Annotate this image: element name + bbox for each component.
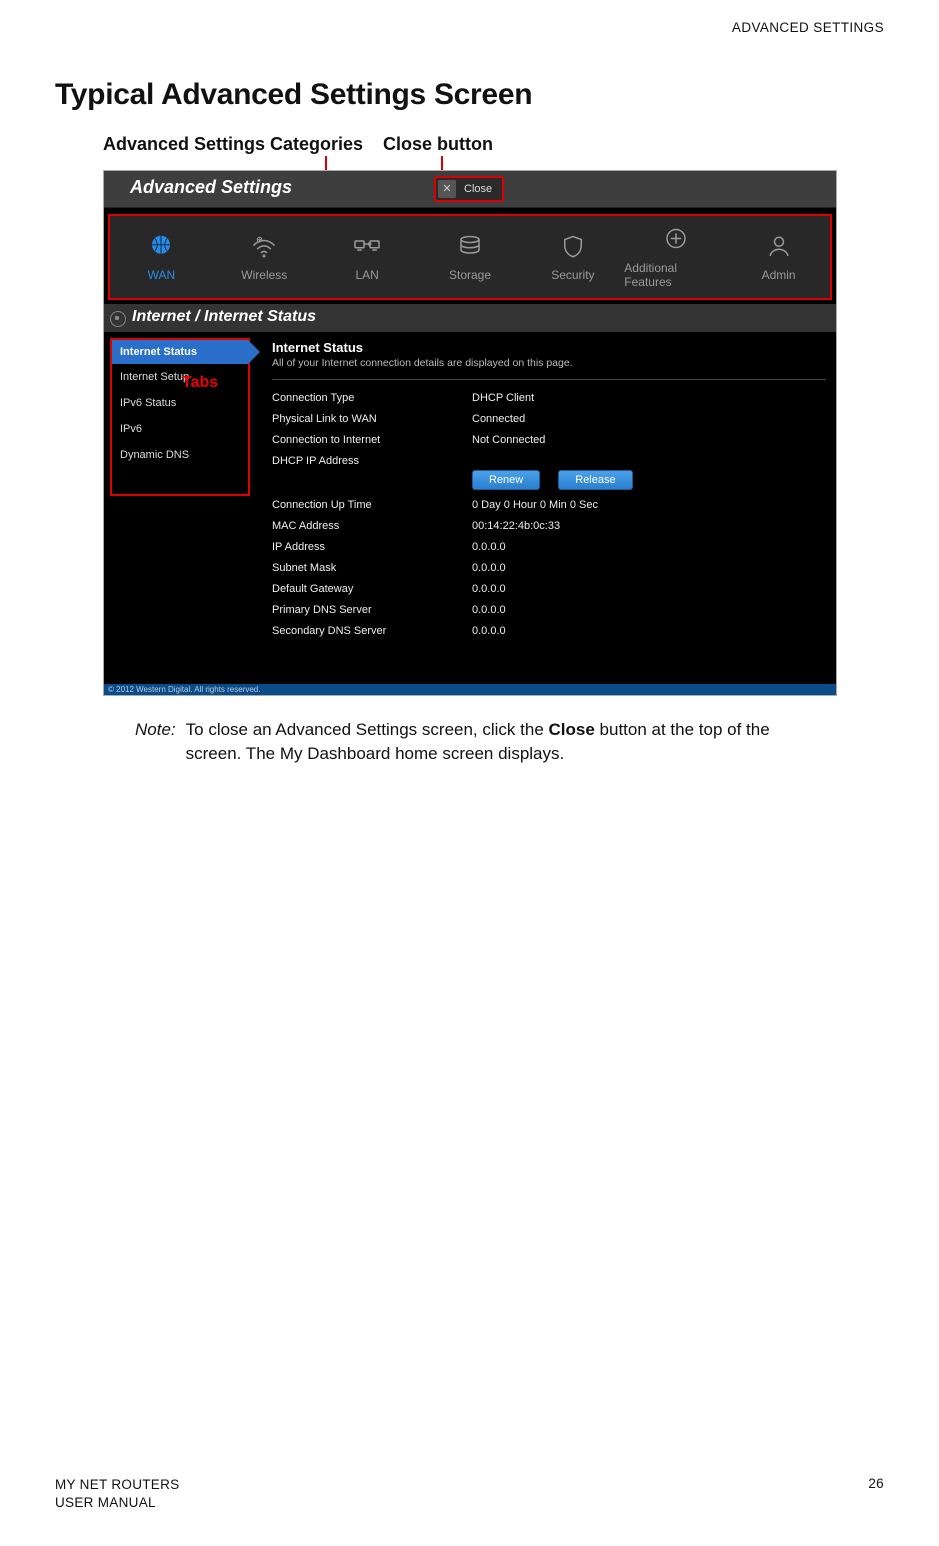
row-subnet: Subnet Mask 0.0.0.0: [272, 562, 826, 574]
row-value: 0.0.0.0: [472, 562, 506, 574]
content-panel: Internet Status All of your Internet con…: [250, 332, 836, 684]
row-value: 0.0.0.0: [472, 541, 506, 553]
row-value: 0.0.0.0: [472, 583, 506, 595]
category-label: Wireless: [241, 268, 287, 282]
row-value: 0.0.0.0: [472, 604, 506, 616]
row-uptime: Connection Up Time 0 Day 0 Hour 0 Min 0 …: [272, 499, 826, 511]
breadcrumb: Internet / Internet Status: [104, 304, 836, 332]
category-label: Security: [551, 268, 594, 282]
row-label: DHCP IP Address: [272, 455, 472, 467]
row-connection-internet: Connection to Internet Not Connected: [272, 434, 826, 446]
page-footer: MY NET ROUTERS USER MANUAL 26: [55, 1476, 884, 1512]
row-dhcp-ip: DHCP IP Address: [272, 455, 826, 467]
row-label: Default Gateway: [272, 583, 472, 595]
note-text: To close an Advanced Settings screen, cl…: [186, 718, 825, 766]
category-lan[interactable]: LAN: [316, 216, 419, 298]
callout-categories: Advanced Settings Categories: [103, 134, 363, 155]
screenshot-advanced-settings: Advanced Settings ✕ Close WAN Wireless L…: [103, 170, 837, 696]
note-paragraph: Note: To close an Advanced Settings scre…: [135, 718, 825, 766]
close-button[interactable]: ✕ Close: [434, 176, 504, 202]
lan-icon: [350, 232, 384, 262]
row-primary-dns: Primary DNS Server 0.0.0.0: [272, 604, 826, 616]
breadcrumb-icon: [110, 311, 126, 327]
row-value: 0.0.0.0: [472, 625, 506, 637]
row-label: Physical Link to WAN: [272, 413, 472, 425]
row-value: 00:14:22:4b:0c:33: [472, 520, 560, 532]
tab-internet-setup[interactable]: Internet Setup: [112, 364, 248, 390]
row-value: DHCP Client: [472, 392, 534, 404]
category-label: LAN: [355, 268, 378, 282]
row-label: MAC Address: [272, 520, 472, 532]
tab-internet-status[interactable]: Internet Status: [112, 340, 248, 364]
category-storage[interactable]: Storage: [419, 216, 522, 298]
screenshot-copyright: © 2012 Western Digital. All rights reser…: [104, 684, 836, 695]
row-label: Subnet Mask: [272, 562, 472, 574]
globe-icon: [144, 232, 178, 262]
row-value: Not Connected: [472, 434, 545, 446]
footer-line-1: MY NET ROUTERS: [55, 1476, 179, 1494]
category-security[interactable]: Security: [521, 216, 624, 298]
section-header: ADVANCED SETTINGS: [732, 20, 884, 35]
wifi-icon: [247, 232, 281, 262]
tab-ipv6[interactable]: IPv6: [112, 416, 248, 442]
tab-dynamic-dns[interactable]: Dynamic DNS: [112, 442, 248, 468]
callout-tabs: Tabs: [182, 374, 218, 392]
release-button[interactable]: Release: [558, 470, 632, 490]
row-label: Primary DNS Server: [272, 604, 472, 616]
category-additional-features[interactable]: Additional Features: [624, 216, 727, 298]
tab-ipv6-status[interactable]: IPv6 Status: [112, 390, 248, 416]
category-label: Additional Features: [624, 261, 727, 289]
plus-icon: [659, 225, 693, 255]
category-label: WAN: [148, 268, 176, 282]
row-connection-type: Connection Type DHCP Client: [272, 392, 826, 404]
close-icon: ✕: [438, 180, 456, 198]
category-wan[interactable]: WAN: [110, 216, 213, 298]
row-physical-link: Physical Link to WAN Connected: [272, 413, 826, 425]
category-label: Admin: [762, 268, 796, 282]
tabs-panel: Internet Status Internet Setup IPv6 Stat…: [110, 338, 250, 496]
row-secondary-dns: Secondary DNS Server 0.0.0.0: [272, 625, 826, 637]
category-admin[interactable]: Admin: [727, 216, 830, 298]
row-label: Connection Type: [272, 392, 472, 404]
row-gateway: Default Gateway 0.0.0.0: [272, 583, 826, 595]
breadcrumb-text: Internet / Internet Status: [132, 308, 316, 325]
page-number: 26: [868, 1476, 884, 1512]
close-label: Close: [464, 183, 492, 195]
page-title: Typical Advanced Settings Screen: [55, 78, 884, 112]
shield-icon: [556, 232, 590, 262]
category-row: WAN Wireless LAN Storage Security Additi…: [108, 214, 832, 300]
row-value: Connected: [472, 413, 525, 425]
user-icon: [762, 232, 796, 262]
row-label: IP Address: [272, 541, 472, 553]
advanced-settings-title: Advanced Settings: [130, 177, 292, 198]
renew-button[interactable]: Renew: [472, 470, 540, 490]
note-label: Note:: [135, 718, 176, 766]
category-wireless[interactable]: Wireless: [213, 216, 316, 298]
row-label: Secondary DNS Server: [272, 625, 472, 637]
row-value: 0 Day 0 Hour 0 Min 0 Sec: [472, 499, 598, 511]
storage-icon: [453, 232, 487, 262]
row-ip: IP Address 0.0.0.0: [272, 541, 826, 553]
category-label: Storage: [449, 268, 491, 282]
row-label: Connection to Internet: [272, 434, 472, 446]
row-label: Connection Up Time: [272, 499, 472, 511]
row-mac: MAC Address 00:14:22:4b:0c:33: [272, 520, 826, 532]
section-subtitle: All of your Internet connection details …: [272, 357, 826, 380]
section-title: Internet Status: [272, 340, 826, 355]
footer-line-2: USER MANUAL: [55, 1494, 179, 1512]
advanced-settings-topbar: Advanced Settings ✕ Close: [104, 171, 836, 208]
callout-close: Close button: [383, 134, 493, 155]
